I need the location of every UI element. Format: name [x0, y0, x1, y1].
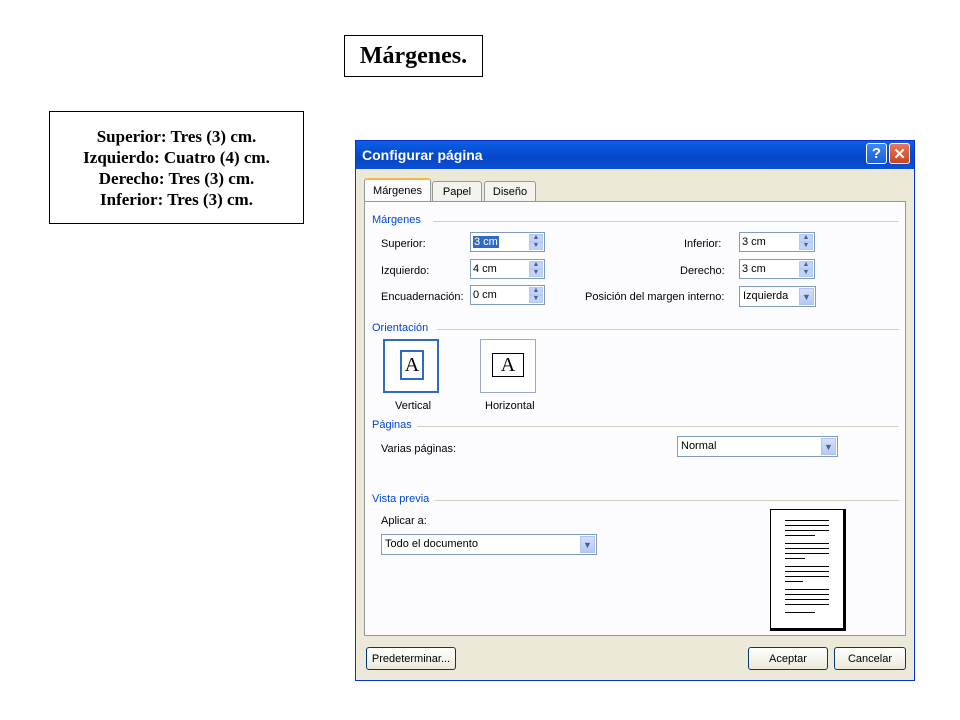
dialog-title: Configurar página: [362, 147, 483, 163]
preview-line: [785, 530, 829, 531]
note-superior: Superior: Tres (3) cm.: [96, 126, 257, 146]
orientation-horizontal-option[interactable]: A: [480, 339, 536, 393]
izquierdo-value[interactable]: 4 cm: [473, 263, 497, 275]
encuadernacion-spinner[interactable]: 0 cm ▲ ▼: [470, 285, 545, 305]
preview-line: [785, 543, 829, 544]
group-label-preview: Vista previa: [372, 493, 430, 505]
preview-line: [785, 535, 815, 536]
chevron-down-icon[interactable]: ▼: [580, 536, 595, 553]
preview-line: [785, 599, 829, 600]
group-divider: [417, 426, 899, 427]
preview-line: [785, 525, 829, 526]
spin-up-icon[interactable]: ▲: [799, 261, 813, 269]
apply-to-select[interactable]: Todo el documento ▼: [381, 534, 597, 555]
group-divider: [433, 221, 899, 222]
note-izquierdo: Izquierdo: Cuatro (4) cm.: [83, 147, 270, 167]
spin-up-icon[interactable]: ▲: [799, 234, 813, 242]
izquierdo-spinner[interactable]: 4 cm ▲ ▼: [470, 259, 545, 279]
orientation-vertical-option[interactable]: A: [383, 339, 439, 393]
derecho-spinner[interactable]: 3 cm ▲ ▼: [739, 259, 815, 279]
close-button[interactable]: ✕: [889, 143, 910, 164]
tab-margenes[interactable]: Márgenes: [364, 178, 431, 202]
spin-down-icon[interactable]: ▼: [529, 295, 543, 303]
superior-label: Superior:: [381, 238, 426, 250]
preview-line: [785, 553, 829, 554]
group-label-orientation: Orientación: [372, 322, 429, 334]
preview-line: [785, 581, 803, 582]
spin-arrows[interactable]: ▲ ▼: [529, 261, 543, 277]
slide-title: Márgenes.: [344, 35, 483, 77]
cancel-button[interactable]: Cancelar: [834, 647, 906, 670]
spin-down-icon[interactable]: ▼: [529, 269, 543, 277]
preview-line: [785, 558, 805, 559]
tab-papel[interactable]: Papel: [432, 181, 482, 201]
vertical-label: Vertical: [395, 400, 432, 412]
preview-line: [785, 548, 829, 549]
preview-line: [785, 612, 815, 613]
horizontal-label: Horizontal: [485, 400, 535, 412]
ok-button[interactable]: Aceptar: [748, 647, 828, 670]
spin-arrows[interactable]: ▲ ▼: [799, 234, 813, 250]
default-button[interactable]: Predeterminar...: [366, 647, 456, 670]
encuadernacion-label: Encuadernación:: [381, 291, 464, 303]
group-label-margins: Márgenes: [372, 214, 421, 226]
chevron-down-icon[interactable]: ▼: [799, 288, 814, 305]
page-preview-thumbnail: [770, 509, 846, 631]
spin-down-icon[interactable]: ▼: [799, 242, 813, 250]
inferior-spinner[interactable]: 3 cm ▲ ▼: [739, 232, 815, 252]
inferior-value[interactable]: 3 cm: [742, 236, 766, 248]
preview-line: [785, 589, 829, 590]
tab-panel: Márgenes Superior: 3 cm ▲ ▼ Izquierdo: 4 …: [364, 201, 906, 636]
multiple-pages-value[interactable]: Normal: [681, 440, 716, 452]
dialog-titlebar[interactable]: Configurar página ? ✕: [356, 141, 914, 169]
posicion-label: Posición del margen interno:: [585, 291, 725, 303]
spin-up-icon[interactable]: ▲: [529, 234, 543, 242]
preview-line: [785, 520, 829, 521]
spin-up-icon[interactable]: ▲: [529, 287, 543, 295]
spin-arrows[interactable]: ▲ ▼: [529, 234, 543, 250]
preview-line: [785, 571, 829, 572]
spin-up-icon[interactable]: ▲: [529, 261, 543, 269]
posicion-select[interactable]: Izquierda ▼: [739, 286, 816, 307]
spin-arrows[interactable]: ▲ ▼: [799, 261, 813, 277]
superior-spinner[interactable]: 3 cm ▲ ▼: [470, 232, 545, 252]
preview-line: [785, 576, 829, 577]
izquierdo-label: Izquierdo:: [381, 265, 430, 277]
group-divider: [435, 500, 899, 501]
group-divider: [437, 329, 899, 330]
encuadernacion-value[interactable]: 0 cm: [473, 289, 497, 301]
help-button[interactable]: ?: [866, 143, 887, 164]
page-setup-dialog: Configurar página ? ✕ Márgenes Papel Dis…: [355, 140, 915, 681]
landscape-page-icon: A: [492, 353, 524, 377]
inferior-label: Inferior:: [684, 238, 722, 250]
posicion-value[interactable]: Izquierda: [743, 290, 788, 302]
portrait-page-icon: A: [400, 350, 424, 380]
multiple-pages-select[interactable]: Normal ▼: [677, 436, 838, 457]
apply-to-label: Aplicar a:: [381, 515, 427, 527]
superior-value[interactable]: 3 cm: [473, 236, 499, 248]
preview-line: [785, 594, 829, 595]
spin-down-icon[interactable]: ▼: [529, 242, 543, 250]
derecho-label: Derecho:: [680, 265, 725, 277]
group-label-pages: Páginas: [372, 419, 412, 431]
chevron-down-icon[interactable]: ▼: [821, 438, 836, 455]
note-derecho: Derecho: Tres (3) cm.: [98, 168, 255, 188]
preview-line: [785, 604, 829, 605]
preview-line: [785, 566, 829, 567]
margin-notes: Superior: Tres (3) cm. Izquierdo: Cuatro…: [49, 111, 304, 224]
spin-arrows[interactable]: ▲ ▼: [529, 287, 543, 303]
note-inferior: Inferior: Tres (3) cm.: [100, 189, 253, 209]
spin-down-icon[interactable]: ▼: [799, 269, 813, 277]
tab-diseno[interactable]: Diseño: [484, 181, 536, 201]
multiple-pages-label: Varias páginas:: [381, 443, 457, 455]
apply-to-value[interactable]: Todo el documento: [385, 538, 478, 550]
derecho-value[interactable]: 3 cm: [742, 263, 766, 275]
